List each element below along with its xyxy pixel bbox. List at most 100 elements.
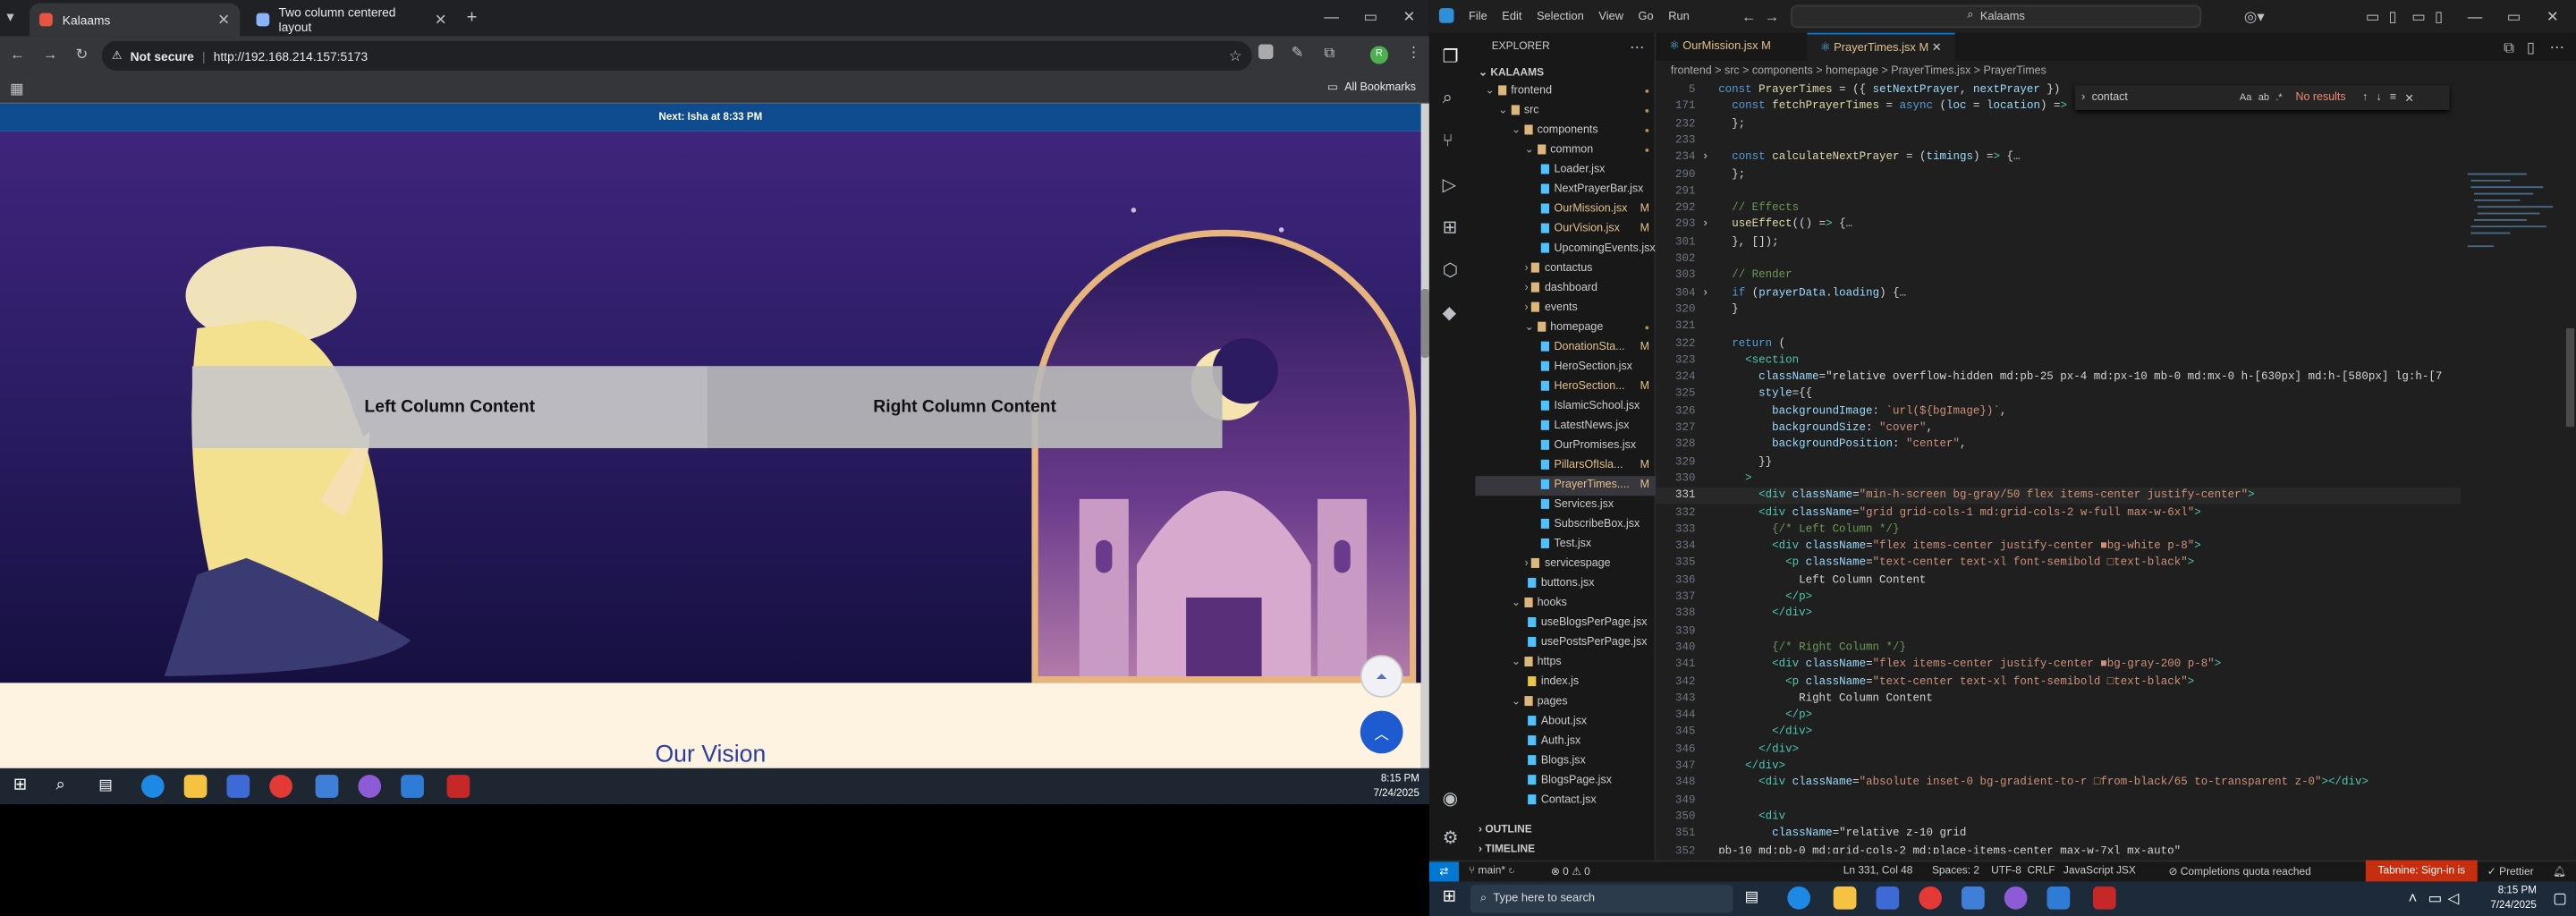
branch-indicator[interactable]: ⑂ main* ↻ — [1469, 865, 1515, 877]
network-icon[interactable]: ▭ — [2428, 890, 2443, 908]
extension-icon[interactable] — [1258, 44, 1274, 60]
prettier-status[interactable]: ✓ Prettier — [2487, 865, 2534, 878]
chat-button[interactable]: ⏶ — [1360, 655, 1403, 698]
encoding[interactable]: UTF-8 — [1991, 865, 2021, 877]
code-line[interactable]: 341 <div className="flex items-center ju… — [1656, 657, 2461, 674]
close-icon[interactable]: ✕ — [1932, 43, 1942, 55]
tree-file[interactable]: useBlogsPerPage.jsx — [1475, 614, 1656, 633]
workspace-root[interactable]: ⌄ KALAAMS — [1479, 65, 1544, 79]
apps-icon[interactable]: ▦ — [10, 81, 24, 98]
code-line[interactable]: 342 <p className="text-center text-xl fo… — [1656, 674, 2461, 691]
remote-icon[interactable]: ⬡ — [1443, 259, 1459, 281]
tree-file[interactable]: Contact.jsx — [1475, 792, 1656, 811]
url-text[interactable]: http://192.168.214.157:5173 — [214, 48, 368, 64]
tabnine-icon[interactable]: ◆ — [1443, 302, 1457, 323]
tree-folder[interactable]: ⌄ common ● — [1475, 141, 1656, 161]
code-line[interactable]: 232 }; — [1656, 116, 2461, 133]
code-editor[interactable]: 5 const PrayerTimes = ({ setNextPrayer, n… — [1656, 82, 2462, 853]
tree-folder[interactable]: ⌄ https — [1475, 653, 1656, 673]
page-scrollbar[interactable] — [1420, 103, 1429, 768]
code-line[interactable]: 326 backgroundImage: `url(${bgImage})`, — [1656, 403, 2461, 420]
github-icon[interactable] — [358, 775, 382, 798]
secondary-sidebar-icon[interactable]: ▯ — [2435, 8, 2443, 26]
code-line[interactable]: 348 <div className="absolute inset-0 bg-… — [1656, 776, 2461, 793]
explorer-icon[interactable]: ❐ — [1443, 46, 1459, 67]
outline-section[interactable]: › OUTLINE — [1479, 824, 1532, 835]
back-icon[interactable]: ← — [1741, 8, 1757, 24]
code-line[interactable]: 292 // Effects — [1656, 200, 2461, 217]
account-icon[interactable]: ◉ — [1443, 788, 1459, 810]
code-line[interactable]: 290 }; — [1656, 166, 2461, 183]
settings-gear-icon[interactable]: ⚙ — [1443, 827, 1459, 849]
code-line[interactable]: 334 <div className="flex items-center ju… — [1656, 539, 2461, 556]
code-line[interactable]: 302 — [1656, 251, 2461, 268]
address-bar[interactable]: ⚠ Not secure | http://192.168.214.157:51… — [101, 40, 1252, 71]
code-line[interactable]: 337 </p> — [1656, 589, 2461, 606]
code-line[interactable]: 339 — [1656, 623, 2461, 640]
line-endings[interactable]: CRLF — [2027, 865, 2055, 877]
maximize-icon[interactable]: ▭ — [2507, 8, 2521, 26]
regex-icon[interactable]: .* — [2275, 93, 2282, 103]
tree-file[interactable]: About.jsx — [1475, 712, 1656, 732]
code-line[interactable]: 324 className="relative overflow-hidden … — [1656, 369, 2461, 386]
more-actions-icon[interactable]: ⋯ — [1630, 39, 1645, 57]
close-window-icon[interactable]: ✕ — [2546, 8, 2559, 26]
scroll-top-button[interactable]: ︿ — [1360, 710, 1403, 754]
tree-folder[interactable]: › contactus — [1475, 259, 1656, 279]
indentation[interactable]: Spaces: 2 — [1932, 865, 1979, 877]
code-line[interactable]: 325 style={{ — [1656, 386, 2461, 403]
breadcrumb[interactable]: frontend > src > components > homepage >… — [1656, 61, 2576, 82]
code-line[interactable]: 332 <div className="grid grid-cols-1 md:… — [1656, 505, 2461, 522]
close-icon[interactable]: ✕ — [2404, 91, 2413, 105]
code-line[interactable]: 322 return ( — [1656, 335, 2461, 352]
menu-file[interactable]: File — [1469, 11, 1487, 22]
file-explorer-icon[interactable] — [183, 775, 208, 798]
zoom-icon[interactable] — [446, 775, 470, 798]
tree-folder[interactable]: ⌄ src ● — [1475, 102, 1656, 122]
menu-selection[interactable]: Selection — [1537, 11, 1584, 22]
code-line[interactable]: 301 }, []); — [1656, 234, 2461, 251]
tree-file[interactable]: SubscribeBox.jsx — [1475, 515, 1656, 535]
zoom-icon[interactable] — [2092, 886, 2116, 910]
find-input[interactable]: contact — [2092, 92, 2240, 104]
code-line[interactable]: 346 </div> — [1656, 742, 2461, 759]
editor-scrollbar-thumb[interactable] — [2565, 328, 2575, 428]
more-actions-icon[interactable]: ⋯ — [2550, 39, 2565, 57]
code-line[interactable]: 351 className="relative z-10 grid — [1656, 826, 2461, 843]
timeline-section[interactable]: › TIMELINE — [1479, 844, 1535, 855]
tree-file[interactable]: OurVision.jsx M — [1475, 220, 1656, 240]
search-icon[interactable]: ⌕ — [55, 776, 64, 794]
code-line[interactable]: 333 {/* Left Column */} — [1656, 522, 2461, 539]
panel-toggle-icon[interactable]: ▭ — [2411, 8, 2426, 26]
copilot-icon[interactable]: ◎▾ — [2244, 8, 2265, 26]
close-icon[interactable]: ✕ — [217, 11, 230, 29]
close-icon[interactable]: ✕ — [435, 11, 447, 29]
new-tab-icon[interactable]: + — [467, 8, 478, 28]
tree-file[interactable]: index.js — [1475, 673, 1656, 692]
tree-folder[interactable]: ⌄ components ● — [1475, 122, 1656, 141]
menu-go[interactable]: Go — [1639, 11, 1654, 22]
app-icon[interactable] — [1962, 886, 1985, 910]
code-line[interactable]: 345 </div> — [1656, 725, 2461, 742]
task-view-icon[interactable]: ▤ — [1745, 888, 1759, 906]
taskbar-search[interactable]: ⌕ Type here to search — [1470, 885, 1733, 913]
tree-folder[interactable]: ⌄ frontend ● — [1475, 82, 1656, 102]
store-icon[interactable] — [226, 775, 250, 798]
task-view-icon[interactable]: ▤ — [98, 776, 113, 794]
code-line[interactable]: 338 </div> — [1656, 606, 2461, 623]
tree-folder[interactable]: › servicespage — [1475, 555, 1656, 574]
code-line[interactable]: 321 — [1656, 318, 2461, 335]
search-icon[interactable]: ⌕ — [1443, 89, 1453, 110]
store-icon[interactable] — [1876, 886, 1900, 910]
tree-folder[interactable]: › events — [1475, 299, 1656, 318]
tabnine-status[interactable]: Tabnine: Sign-in is required — [2365, 860, 2478, 898]
tree-file[interactable]: OurPromises.jsx — [1475, 437, 1656, 456]
reload-icon[interactable]: ↻ — [75, 46, 88, 64]
problems-indicator[interactable]: ⊗ 0 ⚠ 0 — [1551, 865, 1590, 878]
github-icon[interactable] — [2004, 886, 2028, 910]
code-line[interactable]: 347 </div> — [1656, 759, 2461, 776]
arrow-up-icon[interactable]: ↑ — [2362, 92, 2368, 104]
close-window-icon[interactable]: ✕ — [1403, 8, 1416, 26]
menu-icon[interactable]: ⋮ — [1406, 45, 1421, 63]
extensions-icon[interactable]: ⊞ — [1443, 216, 1458, 238]
